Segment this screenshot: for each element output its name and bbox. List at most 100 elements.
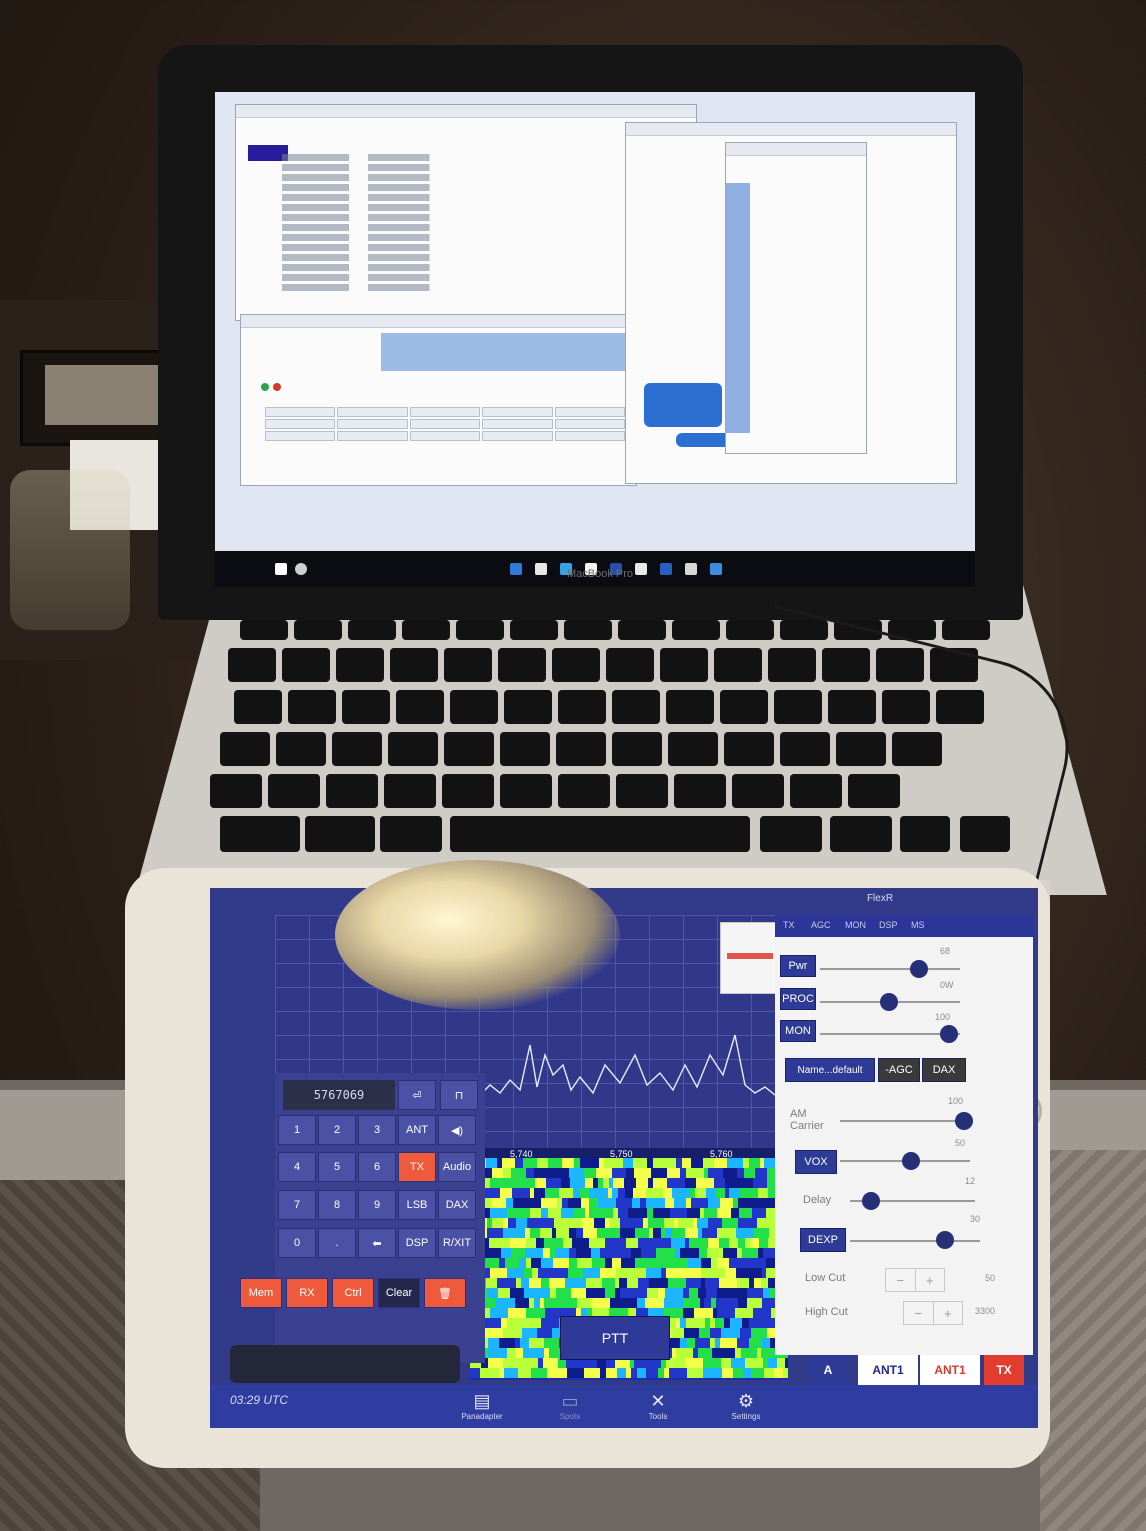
ant-button[interactable]: ANT (398, 1115, 436, 1145)
taskbar-app-icon[interactable] (685, 563, 697, 575)
keyboard-key[interactable] (234, 690, 282, 724)
dsp-button[interactable]: DSP (398, 1228, 436, 1258)
keyboard-key[interactable] (510, 620, 558, 640)
keyboard-key[interactable] (504, 690, 552, 724)
keyboard-key[interactable] (450, 690, 498, 724)
keyboard-key[interactable] (674, 774, 726, 808)
proc-slider-knob[interactable] (880, 993, 898, 1011)
clear-button[interactable]: Clear (378, 1278, 420, 1308)
agc-button[interactable]: -AGC (878, 1058, 920, 1082)
dexp-slider[interactable] (850, 1240, 980, 1242)
ptt-button[interactable]: PTT (560, 1316, 670, 1360)
pwr-slider-knob[interactable] (910, 960, 928, 978)
taskbar-app-icon[interactable] (660, 563, 672, 575)
dexp-slider-knob[interactable] (936, 1231, 954, 1249)
backspace-icon[interactable]: ⬅ (358, 1228, 396, 1258)
key-8[interactable]: 8 (318, 1190, 356, 1220)
key-dot[interactable]: . (318, 1228, 356, 1258)
radio-control-window[interactable] (240, 314, 637, 486)
key-7[interactable]: 7 (278, 1190, 316, 1220)
keyboard-key[interactable] (220, 732, 270, 766)
keyboard-key[interactable] (668, 732, 718, 766)
keyboard-key[interactable] (666, 690, 714, 724)
rx-button[interactable]: RX (286, 1278, 328, 1308)
keypad-enter-button[interactable]: ⏎ (398, 1080, 436, 1110)
keyboard-key[interactable] (276, 732, 326, 766)
taskbar-app-icon[interactable] (510, 563, 522, 575)
start-icon[interactable] (275, 563, 287, 575)
vox-slider-knob[interactable] (902, 1152, 920, 1170)
spots-window[interactable] (725, 142, 867, 454)
nav-spots[interactable]: ▭ Spots (540, 1390, 600, 1422)
keyboard-key[interactable] (618, 620, 666, 640)
keyboard-key[interactable] (612, 732, 662, 766)
search-icon[interactable] (295, 563, 307, 575)
pwr-slider[interactable] (820, 968, 960, 970)
keyboard-key[interactable] (558, 774, 610, 808)
keyboard-key[interactable] (332, 732, 382, 766)
low-cut-stepper[interactable]: − + (885, 1268, 945, 1292)
tab-agc[interactable]: AGC (811, 920, 831, 930)
audio-button[interactable]: Audio (438, 1152, 476, 1182)
keyboard-key[interactable] (282, 648, 330, 682)
keyboard-key[interactable] (348, 620, 396, 640)
keyboard-key[interactable] (240, 620, 288, 640)
keyboard-key[interactable] (336, 648, 384, 682)
key-1[interactable]: 1 (278, 1115, 316, 1145)
tx-key[interactable]: TX (398, 1152, 436, 1182)
keyboard-key[interactable] (606, 648, 654, 682)
ant-label[interactable]: ANT1 (858, 1355, 918, 1385)
keyboard-key[interactable] (714, 648, 762, 682)
lock-icon[interactable]: ⊓ (440, 1080, 478, 1110)
keyboard-key[interactable] (268, 774, 320, 808)
rx-ant-label[interactable]: ANT1 (920, 1355, 980, 1385)
delay-slider-knob[interactable] (862, 1192, 880, 1210)
keyboard-key[interactable] (660, 648, 708, 682)
keyboard-key[interactable] (390, 648, 438, 682)
nav-tools[interactable]: ✕ Tools (628, 1390, 688, 1422)
space-bar[interactable] (450, 816, 750, 852)
keyboard-key[interactable] (388, 732, 438, 766)
dexp-button[interactable]: DEXP (800, 1228, 846, 1252)
keyboard-key[interactable] (444, 648, 492, 682)
tab-ms[interactable]: MS (911, 920, 925, 930)
keyboard-key[interactable] (498, 648, 546, 682)
speaker-icon[interactable]: ◀) (438, 1115, 476, 1145)
keyboard-key[interactable] (500, 774, 552, 808)
key-4[interactable]: 4 (278, 1152, 316, 1182)
tab-dsp[interactable]: DSP (879, 920, 898, 930)
keyboard-key[interactable] (556, 732, 606, 766)
rxit-button[interactable]: R/XIT (438, 1228, 476, 1258)
proc-button[interactable]: PROC (780, 988, 816, 1010)
keyboard-key[interactable] (396, 690, 444, 724)
keyboard-key[interactable] (616, 774, 668, 808)
mon-button[interactable]: MON (780, 1020, 816, 1042)
mon-slider[interactable] (820, 1033, 960, 1035)
dax-key[interactable]: DAX (438, 1190, 476, 1220)
keyboard-key[interactable] (558, 690, 606, 724)
tx-badge[interactable]: TX (984, 1355, 1024, 1385)
mem-button[interactable]: Mem (240, 1278, 282, 1308)
keyboard-key[interactable] (384, 774, 436, 808)
keyboard-key[interactable] (342, 690, 390, 724)
keyboard-key[interactable] (564, 620, 612, 640)
key-6[interactable]: 6 (358, 1152, 396, 1182)
keyboard-key[interactable] (294, 620, 342, 640)
key-0[interactable]: 0 (278, 1228, 316, 1258)
keyboard-key[interactable] (220, 816, 300, 852)
key-9[interactable]: 9 (358, 1190, 396, 1220)
high-cut-decrement[interactable]: − (904, 1302, 934, 1324)
tab-tx[interactable]: TX (783, 920, 795, 930)
mon-slider-knob[interactable] (940, 1025, 958, 1043)
keyboard-key[interactable] (942, 620, 990, 640)
trash-icon[interactable]: 🗑 (424, 1278, 466, 1308)
low-cut-increment[interactable]: + (916, 1269, 945, 1291)
keyboard-key[interactable] (380, 816, 442, 852)
keyboard-key[interactable] (402, 620, 450, 640)
keyboard-key[interactable] (210, 774, 262, 808)
high-cut-increment[interactable]: + (934, 1302, 963, 1324)
high-cut-stepper[interactable]: − + (903, 1301, 963, 1325)
slice-a-badge[interactable]: A (808, 1355, 848, 1385)
keyboard-key[interactable] (288, 690, 336, 724)
taskbar-app-icon[interactable] (710, 563, 722, 575)
